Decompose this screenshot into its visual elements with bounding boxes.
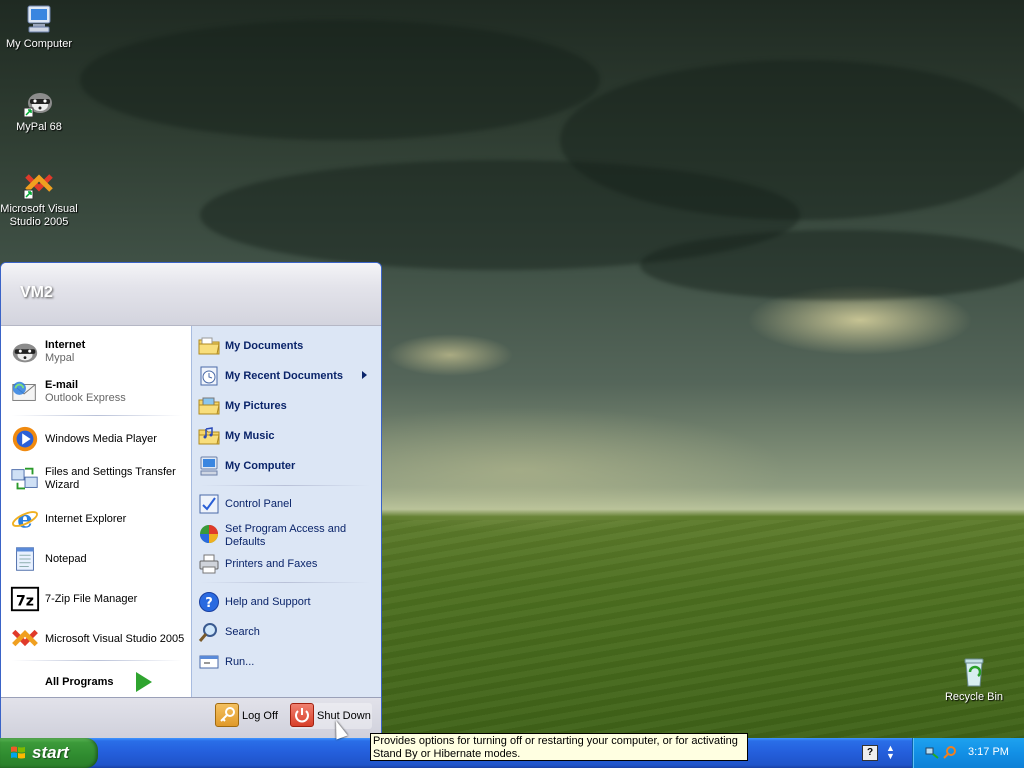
desktop-icon-mypal[interactable]: MyPal 68 bbox=[0, 86, 79, 134]
place-my-pictures[interactable]: My Pictures bbox=[196, 393, 376, 419]
network-icon[interactable] bbox=[925, 745, 939, 759]
key-icon bbox=[215, 703, 239, 727]
magnifier-icon[interactable] bbox=[943, 745, 957, 759]
media-player-icon bbox=[10, 424, 40, 454]
pictures-folder-icon bbox=[198, 395, 220, 417]
internet-explorer-icon: e bbox=[10, 504, 40, 534]
arrow-right-icon bbox=[136, 672, 152, 692]
start-button[interactable]: start bbox=[0, 738, 98, 768]
desktop-icon-visual-studio[interactable]: Microsoft Visual Studio 2005 bbox=[0, 168, 79, 229]
transfer-wizard-icon bbox=[10, 464, 40, 494]
recent-item-label: Files and Settings Transfer Wizard bbox=[45, 466, 176, 491]
pinned-email[interactable]: E-mail Outlook Express bbox=[8, 375, 186, 409]
visual-studio-icon bbox=[10, 624, 40, 654]
recent-item-label: 7-Zip File Manager bbox=[45, 593, 138, 605]
tool-run[interactable]: Run... bbox=[196, 649, 376, 675]
desktop-icon-my-computer[interactable]: My Computer bbox=[0, 3, 79, 51]
visual-studio-icon bbox=[23, 168, 55, 200]
tool-help-support[interactable]: ? Help and Support bbox=[196, 589, 376, 615]
recycle-bin-icon bbox=[958, 656, 990, 688]
printer-icon bbox=[198, 553, 220, 575]
setting-printers-faxes[interactable]: Printers and Faxes bbox=[196, 551, 376, 577]
recent-visual-studio[interactable]: Microsoft Visual Studio 2005 bbox=[8, 622, 186, 656]
email-icon bbox=[10, 377, 40, 407]
recent-item-label: Notepad bbox=[45, 553, 87, 565]
clock[interactable]: 3:17 PM bbox=[968, 746, 1009, 758]
recent-documents-icon bbox=[198, 365, 220, 387]
power-icon bbox=[290, 703, 314, 727]
pinned-internet[interactable]: Internet Mypal bbox=[8, 335, 186, 369]
recent-item-label: Internet Explorer bbox=[45, 513, 127, 525]
recent-windows-media-player[interactable]: Windows Media Player bbox=[8, 422, 186, 456]
start-menu-header: VM2 bbox=[1, 263, 381, 326]
left-separator-bottom bbox=[12, 660, 182, 661]
windows-flag-icon bbox=[10, 745, 26, 761]
desktop-icon-recycle-bin[interactable]: Recycle Bin bbox=[934, 656, 1014, 704]
place-my-music[interactable]: My Music bbox=[196, 423, 376, 449]
recent-notepad[interactable]: Notepad bbox=[8, 542, 186, 576]
svg-text:e: e bbox=[17, 504, 33, 533]
my-computer-icon bbox=[23, 3, 55, 35]
program-defaults-icon bbox=[198, 523, 220, 545]
recent-7zip[interactable]: 7z 7-Zip File Manager bbox=[8, 582, 186, 616]
left-separator bbox=[12, 415, 182, 416]
folder-icon bbox=[198, 335, 220, 357]
music-folder-icon bbox=[198, 425, 220, 447]
recent-item-label: Windows Media Player bbox=[45, 433, 157, 445]
control-panel-icon bbox=[198, 493, 220, 515]
place-my-recent-documents[interactable]: My Recent Documents bbox=[196, 363, 376, 389]
help-icon[interactable]: ? bbox=[862, 745, 878, 761]
shut-down-tooltip: Provides options for turning off or rest… bbox=[370, 733, 748, 761]
7zip-icon: 7z bbox=[10, 584, 40, 614]
help-icon: ? bbox=[198, 591, 220, 613]
log-off-button[interactable]: Log Off bbox=[215, 703, 285, 729]
tool-search[interactable]: Search bbox=[196, 619, 376, 645]
all-programs-button[interactable]: All Programs bbox=[8, 666, 186, 694]
recent-item-label: Microsoft Visual Studio 2005 bbox=[45, 633, 185, 645]
place-my-computer[interactable]: My Computer bbox=[196, 453, 376, 479]
right-separator-2 bbox=[200, 582, 370, 583]
setting-program-access-defaults[interactable]: Set Program Access and Defaults bbox=[196, 521, 376, 548]
setting-control-panel[interactable]: Control Panel bbox=[196, 491, 376, 517]
recent-files-transfer-wizard[interactable]: Files and Settings Transfer Wizard bbox=[8, 462, 186, 496]
recent-internet-explorer[interactable]: e Internet Explorer bbox=[8, 502, 186, 536]
search-icon bbox=[198, 621, 220, 643]
right-separator bbox=[200, 485, 370, 486]
pinned-internet-subtitle: Mypal bbox=[45, 352, 75, 364]
pinned-internet-title: Internet bbox=[45, 339, 86, 351]
submenu-arrow-icon bbox=[362, 371, 367, 379]
pinned-email-subtitle: Outlook Express bbox=[45, 392, 126, 404]
chevron-up-down-icon[interactable]: ▲ ▼ bbox=[886, 744, 895, 761]
raccoon-icon bbox=[10, 337, 40, 367]
notepad-icon bbox=[10, 544, 40, 574]
user-name: VM2 bbox=[20, 284, 53, 301]
pinned-email-title: E-mail bbox=[45, 379, 79, 391]
raccoon-icon bbox=[23, 86, 55, 118]
svg-text:7z: 7z bbox=[16, 594, 34, 610]
run-icon bbox=[198, 651, 220, 673]
place-my-documents[interactable]: My Documents bbox=[196, 333, 376, 359]
my-computer-icon bbox=[198, 455, 220, 477]
svg-text:?: ? bbox=[205, 596, 213, 611]
